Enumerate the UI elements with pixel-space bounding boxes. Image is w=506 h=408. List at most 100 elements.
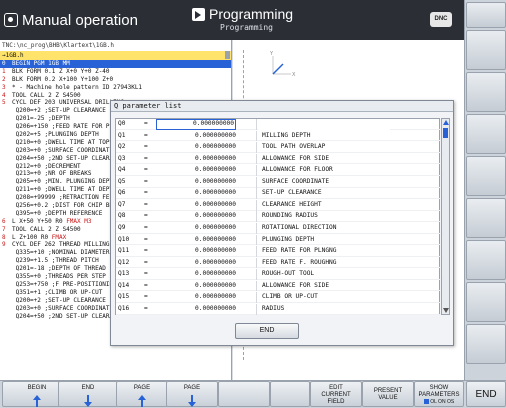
q-parameter-row[interactable]: Q12 = 0.000000000 FEED RATE F. ROUGHNG bbox=[116, 257, 441, 269]
q-value[interactable]: 0.000000000 bbox=[156, 258, 236, 269]
line-number: 1 bbox=[2, 67, 6, 75]
q-number: Q7 bbox=[118, 200, 126, 208]
q-description: SURFACE COORDINATE bbox=[262, 177, 330, 185]
softkey-empty-2[interactable] bbox=[270, 381, 310, 407]
q-equals: = bbox=[144, 304, 148, 312]
mode-right-sublabel: Programming bbox=[220, 23, 273, 32]
softkey-empty-1[interactable] bbox=[218, 381, 270, 407]
line-text: Q205=+0 ;MIN. PLUNGING DEPTH bbox=[12, 178, 117, 186]
q-parameter-row[interactable]: Q1 = 0.000000000 MILLING DEPTH bbox=[116, 130, 441, 142]
q-description: ROUGH-OUT TOOL bbox=[262, 270, 315, 278]
q-value[interactable]: 0.000000000 bbox=[156, 142, 236, 153]
q-number: Q13 bbox=[118, 270, 130, 278]
q-description: ALLOWANCE FOR FLOOR bbox=[262, 166, 333, 174]
q-description: FEED RATE F. ROUGHNG bbox=[262, 258, 337, 266]
column-divider bbox=[256, 188, 257, 200]
q-number: Q12 bbox=[118, 258, 130, 266]
q-parameter-row[interactable]: Q3 = 0.000000000 ALLOWANCE FOR SIDE bbox=[116, 153, 441, 165]
q-value[interactable]: 0.000000000 bbox=[156, 200, 236, 211]
softkey-end[interactable]: END bbox=[466, 381, 506, 407]
q-number: Q10 bbox=[118, 235, 130, 243]
line-number: 3 bbox=[2, 83, 6, 91]
program-line[interactable]: 3 * - Machine hole pattern ID 27943KL1 bbox=[0, 84, 231, 92]
q-value[interactable]: 0.000000000 bbox=[156, 188, 236, 199]
q-parameter-row[interactable]: Q15 = 0.000000000 CLIMB OR UP-CUT bbox=[116, 292, 441, 304]
q-value[interactable]: 0.000000000 bbox=[156, 119, 236, 130]
q-parameter-row[interactable]: Q11 = 0.000000000 FEED RATE FOR PLNGNG bbox=[116, 246, 441, 257]
vertical-softkey-9[interactable] bbox=[466, 324, 506, 364]
program-scrollbar[interactable] bbox=[225, 51, 230, 59]
mode-manual-operation[interactable]: Manual operation bbox=[4, 6, 180, 34]
dialog-end-button[interactable]: END bbox=[235, 323, 299, 339]
q-number: Q14 bbox=[118, 281, 130, 289]
vertical-softkey-1[interactable] bbox=[466, 2, 506, 28]
scroll-up-icon[interactable] bbox=[443, 120, 449, 125]
line-text: Q201=-18 ;DEPTH OF THREAD bbox=[12, 265, 106, 273]
q-parameter-row[interactable]: Q16 = 0.000000000 RADIUS bbox=[116, 303, 441, 315]
line-text: Q211=+0 ;DWELL TIME AT DEPTH bbox=[12, 186, 117, 194]
line-text: BLK FORM 0.2 X+100 Y+100 Z+0 bbox=[12, 75, 114, 83]
q-value[interactable]: 0.000000000 bbox=[156, 154, 236, 165]
scroll-down-icon[interactable] bbox=[443, 308, 449, 313]
manual-mode-icon bbox=[4, 13, 18, 27]
q-value[interactable]: 0.000000000 bbox=[156, 304, 236, 315]
softkey-page-down[interactable]: PAGE bbox=[166, 381, 218, 407]
vertical-softkey-2[interactable] bbox=[466, 30, 506, 70]
program-line[interactable]: 4 TOOL CALL 2 Z S4500 bbox=[0, 92, 231, 100]
softkey-page-up[interactable]: PAGE bbox=[116, 381, 168, 407]
q-parameter-row[interactable]: Q2 = 0.000000000 TOOL PATH OVERLAP bbox=[116, 142, 441, 153]
q-value[interactable]: 0.000000000 bbox=[156, 177, 236, 188]
softkey-show-parameters[interactable]: SHOW PARAMETERS OL ON OS bbox=[414, 381, 464, 407]
column-divider bbox=[256, 142, 257, 153]
column-divider bbox=[256, 165, 257, 176]
vertical-softkey-4[interactable] bbox=[466, 114, 506, 154]
program-line[interactable]: 2 BLK FORM 0.2 X+100 Y+100 Z+0 bbox=[0, 76, 231, 84]
q-value[interactable]: 0.000000000 bbox=[156, 246, 236, 257]
q-value[interactable]: 0.000000000 bbox=[156, 223, 236, 234]
softkey-end-label: END bbox=[81, 385, 95, 391]
q-parameter-row[interactable]: Q13 = 0.000000000 ROUGH-OUT TOOL bbox=[116, 269, 441, 280]
vertical-softkey-8[interactable] bbox=[466, 282, 506, 322]
program-line[interactable]: 0 BEGIN PGM 1GB MM bbox=[0, 60, 231, 68]
softkey-end-of-list[interactable]: END bbox=[58, 381, 118, 407]
vertical-softkey-3[interactable] bbox=[466, 72, 506, 112]
vertical-softkey-7[interactable] bbox=[466, 240, 506, 280]
program-line[interactable]: 1 BLK FORM 0.1 Z X+0 Y+0 Z-40 bbox=[0, 68, 231, 76]
softkey-page-up-label: PAGE bbox=[133, 385, 151, 391]
q-parameter-row[interactable]: Q7 = 0.000000000 CLEARANCE HEIGHT bbox=[116, 199, 441, 211]
q-parameter-row[interactable]: Q8 = 0.000000000 ROUNDING RADIUS bbox=[116, 211, 441, 223]
show-parameters-toggle: OL ON OS bbox=[423, 399, 454, 406]
column-divider bbox=[256, 119, 257, 130]
scroll-thumb[interactable] bbox=[443, 128, 448, 138]
q-value[interactable]: 0.000000000 bbox=[156, 131, 236, 142]
q-parameter-row[interactable]: Q10 = 0.000000000 PLUNGING DEPTH bbox=[116, 234, 441, 246]
q-parameter-row[interactable]: Q4 = 0.000000000 ALLOWANCE FOR FLOOR bbox=[116, 165, 441, 176]
q-parameter-row[interactable]: Q14 = 0.000000000 ALLOWANCE FOR SIDE bbox=[116, 280, 441, 292]
softkey-edit-current-field[interactable]: EDIT CURRENT FIELD bbox=[310, 381, 362, 407]
q-equals: = bbox=[144, 247, 148, 255]
q-equals: = bbox=[144, 166, 148, 174]
vertical-softkey-5[interactable] bbox=[466, 156, 506, 196]
line-text: Q200=+2 ;SET-UP CLEARANCE bbox=[12, 107, 106, 115]
q-parameter-row[interactable]: Q6 = 0.000000000 SET-UP CLEARANCE bbox=[116, 188, 441, 200]
q-parameter-row[interactable]: Q5 = 0.000000000 SURFACE COORDINATE bbox=[116, 176, 441, 188]
q-value[interactable]: 0.000000000 bbox=[156, 235, 236, 246]
q-value[interactable]: 0.000000000 bbox=[156, 165, 236, 176]
q-parameter-row[interactable]: Q9 = 0.000000000 ROTATIONAL DIRECTION bbox=[116, 222, 441, 234]
column-divider bbox=[256, 246, 257, 257]
line-text-highlight: FMAX M3 bbox=[66, 217, 92, 225]
softkey-present-value[interactable]: PRESENT VALUE bbox=[362, 381, 414, 407]
q-value[interactable]: 0.000000000 bbox=[156, 269, 236, 280]
q-equals: = bbox=[144, 281, 148, 289]
vertical-softkey-6[interactable] bbox=[466, 198, 506, 238]
mode-programming[interactable]: Programming Programming bbox=[192, 6, 432, 34]
q-number: Q16 bbox=[118, 304, 130, 312]
q-value[interactable]: 0.000000000 bbox=[156, 281, 236, 292]
line-text: Q335=+10 ;NOMINAL DIAMETER bbox=[12, 249, 110, 257]
q-parameter-row[interactable]: Q0 = 0.000000000 bbox=[116, 119, 441, 130]
q-description: ALLOWANCE FOR SIDE bbox=[262, 154, 330, 162]
q-value[interactable]: 0.000000000 bbox=[156, 292, 236, 303]
q-table-scrollbar[interactable] bbox=[441, 118, 450, 315]
q-value[interactable]: 0.000000000 bbox=[156, 211, 236, 222]
q-equals: = bbox=[144, 235, 148, 243]
